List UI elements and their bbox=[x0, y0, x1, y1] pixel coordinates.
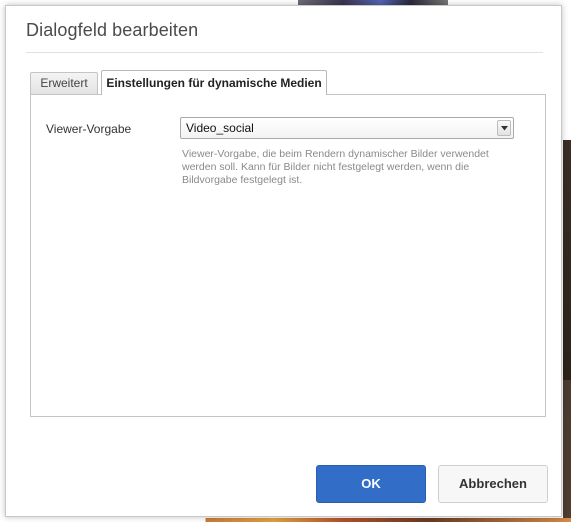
dialog-title: Dialogfeld bearbeiten bbox=[26, 20, 199, 40]
viewer-preset-select[interactable]: Video_social bbox=[180, 117, 514, 139]
tab-erweitert[interactable]: Erweitert bbox=[30, 72, 98, 94]
background-page-edge bbox=[563, 0, 571, 522]
cancel-button[interactable]: Abbrechen bbox=[438, 465, 548, 503]
tab-dynamic-media-settings[interactable]: Einstellungen für dynamische Medien bbox=[101, 70, 327, 95]
ok-button[interactable]: OK bbox=[316, 465, 426, 503]
tab-panel: Viewer-Vorgabe Video_social Viewer-Vorga… bbox=[30, 94, 546, 417]
chevron-down-icon bbox=[501, 126, 508, 131]
background-page-bottom bbox=[0, 518, 571, 522]
title-divider bbox=[26, 52, 543, 53]
viewer-preset-value: Video_social bbox=[186, 121, 254, 135]
edit-dialog: Dialogfeld bearbeiten Erweitert Einstell… bbox=[5, 5, 562, 517]
select-arrow-button[interactable] bbox=[497, 120, 511, 136]
viewer-preset-help: Viewer-Vorgabe, die beim Rendern dynamis… bbox=[182, 148, 489, 186]
viewer-preset-label: Viewer-Vorgabe bbox=[46, 122, 132, 136]
